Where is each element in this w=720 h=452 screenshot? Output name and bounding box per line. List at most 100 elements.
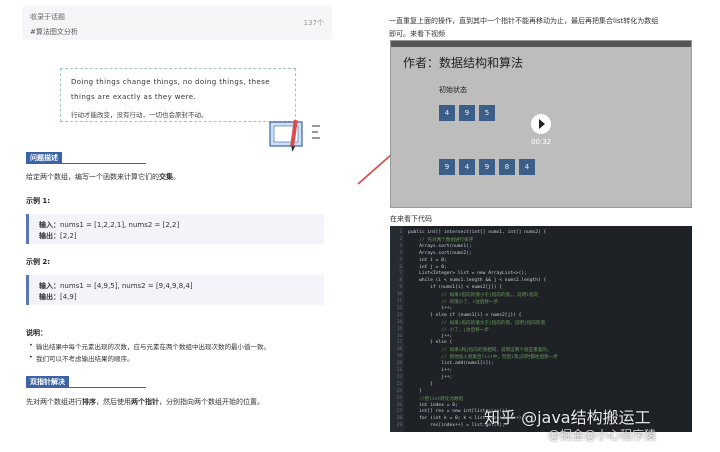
video-title: 作者：数据结构和算法 [403, 56, 524, 70]
example2-output: 输出：[4,9] [39, 292, 77, 302]
code-line-number: 2 [399, 236, 402, 242]
example1-input-label: 输入： [39, 221, 60, 229]
example1-heading: 示例 1: [26, 197, 51, 205]
code-line-number: 19 [396, 354, 402, 360]
code-line: int j = 0; [408, 264, 447, 270]
solution-bold-sort: 排序 [82, 398, 96, 406]
array-cell: 9 [479, 159, 495, 175]
play-button-icon[interactable] [531, 114, 551, 134]
array-cell: 8 [499, 159, 515, 175]
code-line-number: 13 [396, 312, 402, 318]
code-line: } [408, 381, 433, 387]
code-line: // 如果i指向的值小于j指向的值，，说明i指向 [408, 293, 539, 299]
code-line: i++; [408, 305, 453, 311]
collection-tag-link[interactable]: #算法图文分析 [30, 27, 78, 37]
problem-desc-text: 给定两个数组，编写一个函数来计算它们的 [26, 173, 159, 181]
right-paragraph-line2: 即可。来看下视频 [389, 30, 445, 38]
code-line-number: 5 [399, 257, 402, 263]
code-line-number: 21 [396, 368, 402, 373]
quote-chinese: 行动才能改变，没有行动，一切也会原封不动。 [71, 111, 208, 119]
code-line: int index = 0; [408, 402, 458, 408]
video-top-bar [391, 41, 691, 47]
code-line-number: 25 [396, 395, 402, 401]
code-line: // 先对两个数组进行排序 [408, 237, 474, 243]
code-line: if (nums1[i] < nums2[j]) { [408, 285, 503, 291]
section-divider [26, 387, 146, 388]
example2-input: 输入：nums1 = [4,9,5], nums2 = [9,4,9,8,4] [39, 281, 193, 291]
code-line: Arrays.sort(nums2); [408, 250, 472, 256]
code-line-number: 6 [399, 264, 402, 270]
code-line: int i = 0; [408, 257, 447, 263]
code-line: List<Integer> list = new ArrayList<>(); [408, 271, 527, 277]
quote-english-line2: things are exactly as they were. [71, 93, 197, 101]
watermark-zhihu: 知乎 @java结构搬运工 [484, 408, 651, 427]
example1-box: 输入：nums1 = [1,2,2,1], nums2 = [2,2] 输出：[… [26, 214, 324, 244]
code-line-number: 26 [396, 402, 402, 408]
array-cell: 4 [459, 159, 475, 175]
code-line-number: 23 [396, 381, 402, 387]
example2-output-value: [4,9] [60, 293, 77, 301]
array-cell: 4 [519, 159, 535, 175]
code-line-number: 18 [396, 347, 402, 353]
collection-title: 收录于话题 [30, 13, 65, 21]
code-line: // 小了，j往后移一步 [408, 327, 490, 333]
code-line-number: 7 [399, 271, 402, 277]
code-line-number: 8 [399, 278, 402, 284]
example2-box: 输入：nums1 = [4,9,5], nums2 = [9,4,9,8,4] … [26, 275, 324, 305]
video-time: 00:32 [531, 138, 552, 146]
code-line: i++; [408, 368, 453, 373]
code-line: } [408, 388, 422, 394]
watermark-juejin: @掘金@小心程序猿 [548, 428, 657, 442]
note-item: 输出结果中每个元素出现的次数，应与元素在两个数组中出现次数的最小值一致。 [29, 341, 270, 351]
right-paragraph-line1: 一直重复上面的操作，直到其中一个指针不能再移动为止，最后再把集合list转化为数… [389, 17, 659, 25]
quote-box: Doing things change things, no doing thi… [60, 68, 296, 122]
code-line-number: 17 [396, 340, 402, 346]
code-line-number: 15 [396, 326, 402, 332]
note-item: 我们可以不考虑输出结果的顺序。 [29, 353, 133, 363]
solution-text: ，然后使用 [96, 398, 131, 406]
code-line-number: 3 [399, 243, 402, 249]
example1-output-value: [2,2] [60, 232, 77, 240]
solution-paragraph: 先对两个数组进行排序，然后使用两个指针，分别指向两个数组开始的位置。 [26, 397, 264, 407]
problem-description: 给定两个数组，编写一个函数来计算它们的交集。 [26, 172, 180, 182]
code-line: } else { [408, 340, 453, 346]
code-line-number: 24 [396, 388, 402, 394]
code-line: // 把他加入到集合list中，然后i和j同时都往后移一步 [408, 355, 558, 361]
example1-output: 输出：[2,2] [39, 231, 77, 241]
code-line: list.add(nums1[i]); [408, 361, 494, 367]
topic-collection-card[interactable]: 收录于话题 #算法图文分析 137个 [22, 6, 332, 40]
code-line: // 的值小了，i往后移一步 [408, 300, 499, 305]
problem-desc-suffix: 。 [173, 173, 180, 181]
example2-heading: 示例 2: [26, 258, 51, 266]
array-cell: 4 [439, 105, 455, 121]
code-line-number: 28 [396, 416, 402, 422]
solution-text: ，分别指向两个数组开始的位置。 [159, 398, 264, 406]
example1-input: 输入：nums1 = [1,2,2,1], nums2 = [2,2] [39, 220, 179, 230]
example2-input-label: 输入： [39, 282, 60, 290]
code-line-number: 27 [396, 409, 402, 415]
code-line-number: 9 [399, 285, 402, 291]
array-cell: 5 [479, 105, 495, 121]
code-line: //把list转化为数组 [408, 396, 464, 402]
left-article: 收录于话题 #算法图文分析 137个 Doing things change t… [0, 0, 345, 452]
code-line: // 如果i和j指向的值相同，说明这两个值是重复的， [408, 348, 552, 354]
code-line-number: 4 [399, 250, 402, 256]
code-line-number: 29 [396, 423, 402, 429]
solution-bold-pointers: 两个指针 [131, 398, 159, 406]
quote-english-line1: Doing things change things, no doing thi… [71, 78, 270, 86]
code-line-number: 22 [396, 374, 402, 380]
code-line: while (i < nums1.length && j < nums2.len… [408, 278, 547, 284]
code-line: Arrays.sort(nums1); [408, 243, 472, 249]
code-intro-label: 在来看下代码 [390, 215, 432, 223]
code-line: j++; [408, 333, 453, 339]
code-line-number: 14 [396, 319, 402, 325]
video-player[interactable]: 作者：数据结构和算法 初始状态 4 9 5 00:32 9 4 9 8 4 [390, 40, 692, 208]
array-cell: 9 [439, 159, 455, 175]
code-line-number: 12 [396, 305, 402, 311]
code-line-number: 10 [396, 292, 402, 298]
code-block: 1 public int[] intersect(int[] nums1, int… [390, 226, 692, 432]
code-line: // 如果i指向的值大于j指向的值，说明j指向的值 [408, 320, 546, 326]
code-line-number: 16 [396, 333, 402, 339]
code-line-number: 20 [396, 361, 402, 367]
array-cell: 9 [459, 105, 475, 121]
